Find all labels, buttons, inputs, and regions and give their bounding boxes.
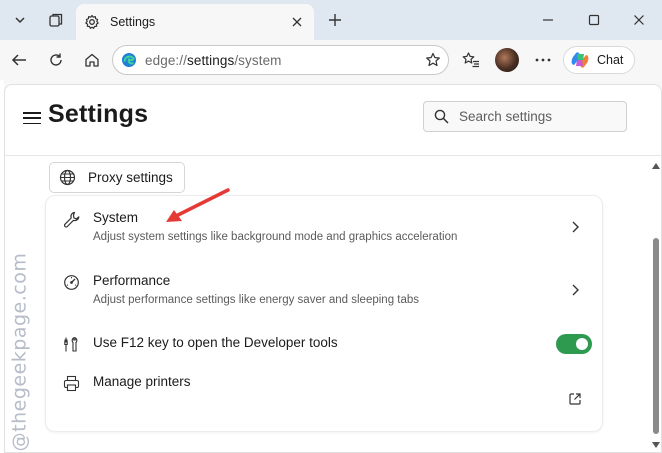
scroll-down-arrow-icon[interactable] [652,442,660,448]
url-text: edge://settings/system [145,52,282,68]
performance-description: Adjust performance settings like energy … [93,294,420,306]
gear-icon [85,14,99,29]
performance-title: Performance [93,273,171,288]
close-icon [634,15,644,25]
close-icon [292,17,302,27]
new-tab-button[interactable] [322,7,348,33]
developer-tools-row: Use F12 key to open the Developer tools [46,322,602,368]
star-icon [426,52,440,67]
system-row[interactable]: System Adjust system settings like backg… [46,196,602,259]
browser-toolbar: edge://settings/system Chat [0,40,662,80]
tab-strip: Settings [0,0,662,40]
search-icon [434,109,449,124]
hamburger-icon [23,112,41,114]
back-button[interactable] [5,46,33,74]
maximize-button[interactable] [571,4,617,36]
favorites-list-icon [462,52,479,68]
workspaces-icon [49,13,63,27]
close-tab-button[interactable] [288,13,306,31]
developer-tools-toggle[interactable] [556,334,592,354]
globe-icon [59,169,76,186]
copilot-icon [571,52,589,68]
chat-label: Chat [597,53,624,67]
add-favorite-button[interactable] [424,51,442,69]
wrench-icon [62,210,80,228]
active-tab[interactable]: Settings [76,4,314,40]
search-settings-input[interactable]: Search settings [423,101,627,132]
maximize-icon [588,14,600,26]
chevron-down-icon [15,17,25,24]
home-button[interactable] [78,46,106,74]
close-window-button[interactable] [616,4,662,36]
home-icon [85,53,99,67]
developer-tools-title: Use F12 key to open the Developer tools [93,335,338,350]
manage-printers-row[interactable]: Manage printers [46,368,602,431]
favorites-button[interactable] [457,46,485,74]
scroll-up-arrow-icon[interactable] [652,163,660,169]
external-link-icon [568,392,582,406]
minimize-button[interactable] [525,4,571,36]
toggle-knob [576,338,588,350]
menu-button[interactable] [23,109,41,127]
performance-row[interactable]: Performance Adjust performance settings … [46,259,602,322]
content-area: Settings Search settings Proxy settings … [4,80,662,453]
refresh-button[interactable] [42,46,70,74]
chevron-right-icon [568,283,582,297]
performance-gauge-icon [62,273,80,291]
search-placeholder: Search settings [459,109,553,124]
address-bar[interactable]: edge://settings/system [112,45,449,75]
back-arrow-icon [11,54,26,66]
page-title: Settings [48,100,149,128]
scrollbar-thumb[interactable] [653,238,659,434]
developer-tools-icon [62,335,80,353]
tab-actions-button[interactable] [7,7,33,33]
system-settings-card: System Adjust system settings like backg… [45,195,603,432]
watermark: @thegeekpage.com [8,252,31,452]
tab-title: Settings [110,15,156,29]
manage-printers-title: Manage printers [93,374,191,389]
settings-and-more-button[interactable] [529,46,557,74]
system-description: Adjust system settings like background m… [93,231,458,243]
more-dots-icon [535,58,551,62]
minimize-icon [543,19,553,21]
printer-icon [62,374,80,392]
page-scrollbar[interactable] [651,157,661,452]
settings-header: Settings Search settings [5,85,661,156]
edge-logo-icon [122,53,136,67]
refresh-icon [50,53,62,66]
chevron-right-icon [568,220,582,234]
system-title: System [93,210,139,225]
copilot-chat-button[interactable]: Chat [563,46,635,74]
annotation-arrow [166,188,230,222]
settings-page: Settings Search settings Proxy settings … [4,84,662,453]
plus-icon [329,14,341,26]
profile-avatar[interactable] [495,48,519,72]
workspaces-button[interactable] [43,7,69,33]
